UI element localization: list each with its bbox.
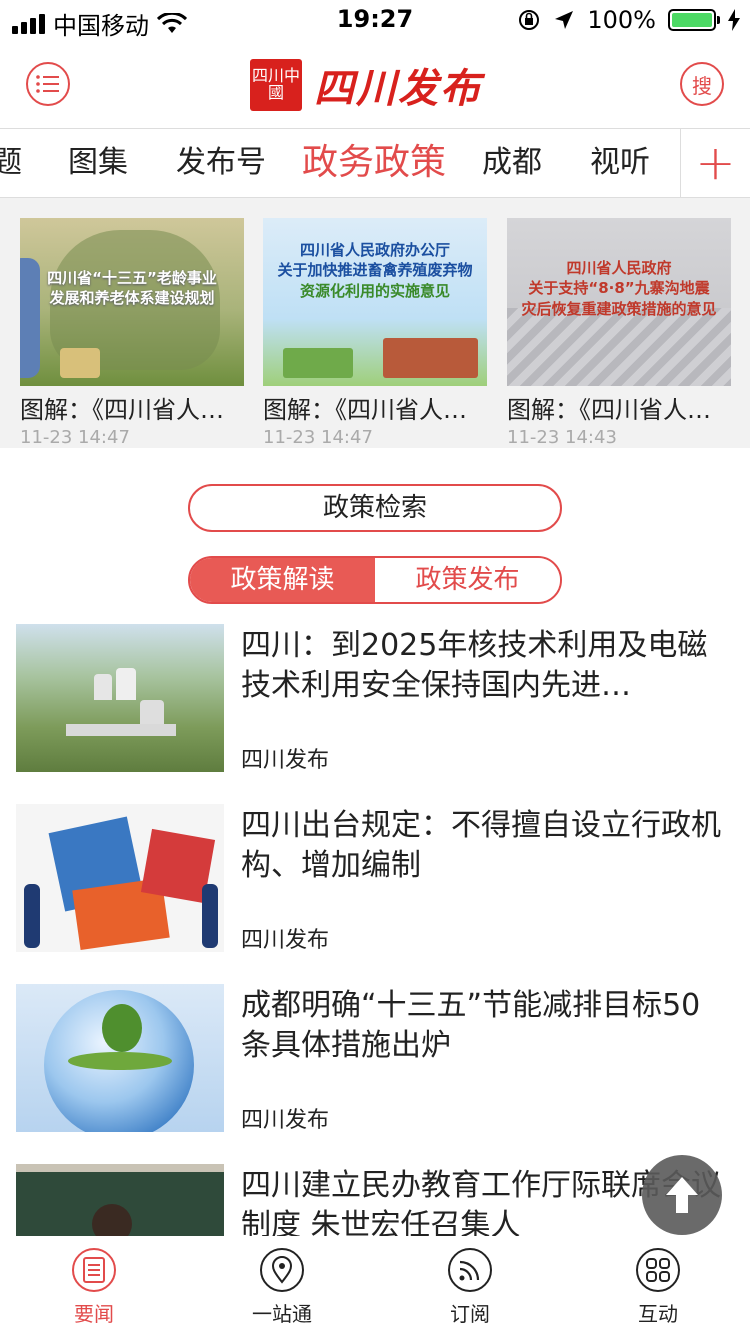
card-title: 图解：《四川省人…	[507, 396, 711, 424]
app-header: 四川中國 四川发布 搜	[0, 40, 750, 128]
card-caption-line: 四川省“十三五”老龄事业	[47, 269, 217, 287]
charging-icon	[728, 9, 740, 31]
logo-text: 四川发布	[314, 66, 482, 112]
card-title: 图解：《四川省人…	[263, 396, 467, 424]
tabbar-subscribe[interactable]: 订阅	[420, 1248, 520, 1327]
grid-icon	[636, 1248, 680, 1292]
tabbar-label: 订阅	[450, 1302, 490, 1326]
tab-gallery[interactable]: 图集	[68, 129, 128, 197]
tab-government-policy[interactable]: 政务政策	[302, 129, 446, 197]
tabbar-news[interactable]: 要闻	[44, 1248, 144, 1327]
card-caption-line: 灾后恢复重建政策措施的意见	[521, 299, 717, 318]
segment-policy-interpretation[interactable]: 政策解读	[190, 558, 375, 602]
location-icon	[260, 1248, 304, 1292]
news-item[interactable]: 四川建立民办教育工作厅际联席会议制度 朱世宏任召集人	[0, 1164, 750, 1236]
scroll-to-top-button[interactable]	[642, 1155, 722, 1235]
list-icon	[36, 75, 59, 93]
news-thumbnail	[16, 984, 224, 1132]
tabbar-label: 互动	[638, 1302, 678, 1326]
tabbar-interact[interactable]: 互动	[608, 1248, 708, 1327]
tab-video[interactable]: 视听	[590, 129, 650, 197]
news-source: 四川发布	[241, 928, 330, 953]
card-caption-line: 资源化利用的实施意见	[299, 281, 450, 300]
news-title: 四川：到2025年核技术利用及电磁技术利用安全保持国内先进…	[241, 628, 708, 703]
search-label: 搜	[692, 73, 712, 98]
news-item[interactable]: 四川出台规定：不得擅自设立行政机构、增加编制 四川发布	[0, 804, 750, 954]
bottom-tab-bar: 要闻 一站通 订阅 互动	[0, 1236, 750, 1334]
logo-seal: 四川中國	[250, 59, 302, 111]
card-title: 图解：《四川省人…	[20, 396, 224, 424]
location-arrow-icon	[555, 11, 574, 29]
rss-icon	[448, 1248, 492, 1292]
card-caption-line: 发展和养老体系建设规划	[49, 289, 215, 308]
app-logo: 四川中國 四川发布	[250, 56, 482, 114]
featured-card[interactable]: 四川省人民政府 关于支持“8·8”九寨沟地震 灾后恢复重建政策措施的意见 图解：…	[507, 218, 731, 448]
category-tabs: 题 图集 发布号 政务政策 成都 视听 +	[0, 128, 750, 198]
featured-cards: 四川省“十三五”老龄事业 发展和养老体系建设规划 图解：《四川省人… 11-23…	[0, 198, 750, 448]
card-caption-line: 关于加快推进畜禽养殖废弃物	[277, 261, 473, 280]
news-thumbnail	[16, 1164, 224, 1236]
card-caption-line: 四川省人民政府	[566, 259, 672, 277]
news-title: 四川出台规定：不得擅自设立行政机构、增加编制	[241, 808, 721, 883]
card-time: 11-23 14:47	[263, 427, 373, 448]
news-thumbnail	[16, 624, 224, 772]
news-title: 成都明确“十三五”节能减排目标50条具体措施出炉	[241, 988, 701, 1063]
tabbar-label: 要闻	[74, 1302, 114, 1326]
policy-search-button[interactable]: 政策检索	[188, 484, 562, 532]
tab-publisher[interactable]: 发布号	[176, 129, 266, 197]
battery-percent: 100%	[587, 6, 656, 34]
tabbar-label: 一站通	[252, 1302, 312, 1326]
plus-icon: +	[695, 135, 736, 191]
arrow-up-icon	[666, 1177, 698, 1213]
segment-policy-release[interactable]: 政策发布	[375, 558, 560, 602]
rotation-lock-icon	[519, 10, 540, 30]
card-image: 四川省“十三五”老龄事业 发展和养老体系建设规划	[20, 218, 244, 386]
card-time: 11-23 14:43	[507, 427, 617, 448]
card-image: 四川省人民政府 关于支持“8·8”九寨沟地震 灾后恢复重建政策措施的意见	[507, 218, 731, 386]
news-item[interactable]: 成都明确“十三五”节能减排目标50条具体措施出炉 四川发布	[0, 984, 750, 1134]
menu-button[interactable]	[26, 62, 70, 106]
status-bar: 中国移动 19:27 100%	[0, 0, 750, 40]
card-time: 11-23 14:47	[20, 427, 130, 448]
news-source: 四川发布	[241, 748, 330, 773]
news-item[interactable]: 四川：到2025年核技术利用及电磁技术利用安全保持国内先进… 四川发布	[0, 624, 750, 774]
featured-card[interactable]: 四川省“十三五”老龄事业 发展和养老体系建设规划 图解：《四川省人… 11-23…	[20, 218, 244, 448]
featured-card[interactable]: 四川省人民政府办公厅 关于加快推进畜禽养殖废弃物 资源化利用的实施意见 图解：《…	[263, 218, 487, 448]
policy-segment-control: 政策解读 政策发布	[188, 556, 562, 604]
add-tab-button[interactable]: +	[680, 129, 750, 197]
tabbar-one-stop[interactable]: 一站通	[232, 1248, 332, 1327]
card-caption-line: 四川省人民政府办公厅	[299, 241, 450, 259]
tab-topics[interactable]: 题	[0, 129, 22, 197]
search-button[interactable]: 搜	[680, 62, 724, 106]
news-icon	[72, 1248, 116, 1292]
card-caption-line: 关于支持“8·8”九寨沟地震	[528, 279, 710, 298]
tab-chengdu[interactable]: 成都	[482, 129, 542, 197]
news-thumbnail	[16, 804, 224, 952]
battery-icon	[668, 9, 720, 31]
news-source: 四川发布	[241, 1108, 330, 1133]
card-image: 四川省人民政府办公厅 关于加快推进畜禽养殖废弃物 资源化利用的实施意见	[263, 218, 487, 386]
